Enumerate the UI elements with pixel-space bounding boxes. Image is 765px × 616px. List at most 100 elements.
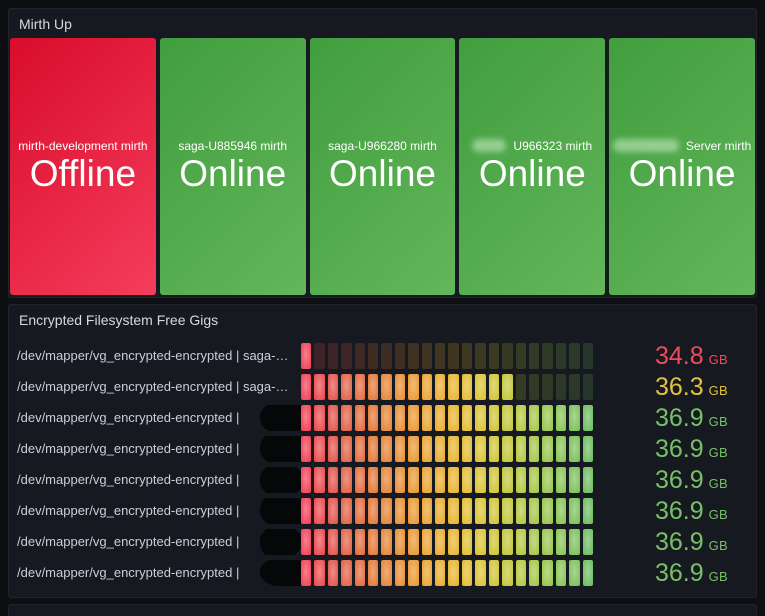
bar-gauge-row: /dev/mapper/vg_encrypted-encrypted | 36.… [17,529,728,555]
gauge-cell-lit [448,560,459,586]
gauge-cell-lit [301,343,312,369]
lcd-bar-gauge [301,343,593,369]
gauge-cell-lit [314,529,325,555]
gauge-cell-lit [475,560,486,586]
panel-mirth-up: Mirth Up mirth-development mirth Offline s… [8,8,757,298]
next-panel-stub [8,604,757,616]
free-space-number: 36.9 [654,404,704,432]
stat-tile-label: Server mirth [612,139,751,153]
gauge-cell-lit [381,467,392,493]
gauge-cell-lit [354,498,366,524]
gauge-cell-lit [408,560,419,586]
filesystem-label-text: /dev/mapper/vg_encrypted-encrypted | [17,565,240,580]
gauge-cell-unlit [314,343,325,369]
panel-title-encrypted-filesystem[interactable]: Encrypted Filesystem Free Gigs [9,305,756,332]
gauge-cell-lit [488,498,500,524]
gauge-cell-lit [301,498,312,524]
stat-tile-label-text: saga-U966280 mirth [328,138,437,153]
gauge-cell-lit [394,436,406,462]
gauge-cell-lit [327,436,339,462]
gauge-cell-lit [582,436,593,462]
gauge-cell-lit [569,529,580,555]
free-space-value: 34.8 GB [593,343,728,369]
gauge-cell-lit [488,529,500,555]
gauge-cell-lit [435,560,446,586]
lcd-bar-gauge [301,498,593,524]
gauge-cell-lit [394,467,406,493]
gauge-cell-lit [327,560,339,586]
free-space-number: 34.8 [654,342,704,370]
gauge-cell-unlit [435,343,446,369]
gauge-cell-lit [394,374,406,400]
gauge-cell-lit [368,467,379,493]
gauge-cell-lit [421,436,433,462]
gauge-cell-lit [555,560,567,586]
free-space-number: 36.9 [654,466,704,494]
gauge-cell-lit [381,405,392,431]
free-space-number: 36.9 [654,528,704,556]
gauge-cell-unlit [461,343,473,369]
gauge-cell-lit [314,374,325,400]
stat-tile-label: U966323 mirth [472,139,592,153]
gauge-cell-lit [368,560,379,586]
gauge-cell-lit [301,405,312,431]
gauge-cell-lit [301,467,312,493]
gauge-cell-lit [475,405,486,431]
gauge-cell-lit [582,529,593,555]
stat-tile-saga-u885946-mirth: saga-U885946 mirth Online [159,38,306,295]
stat-tile-saga-u966280-mirth: saga-U966280 mirth Online [309,38,456,295]
gauge-cell-lit [341,529,352,555]
gauge-cell-lit [314,498,325,524]
gauge-cell-lit [475,529,486,555]
gauge-cell-lit [528,405,540,431]
panel-title-mirth-up[interactable]: Mirth Up [9,9,756,36]
gauge-cell-lit [408,498,419,524]
gauge-cell-lit [354,560,366,586]
gauge-cell-lit [381,436,392,462]
gauge-cell-lit [475,436,486,462]
gauge-cell-lit [341,405,352,431]
filesystem-label-text: /dev/mapper/vg_encrypted-encrypted | [17,410,240,425]
free-space-unit: GB [708,507,728,522]
gauge-cell-lit [394,529,406,555]
gauge-cell-lit [502,374,513,400]
gauge-cell-lit [421,405,433,431]
gauge-cell-unlit [569,374,580,400]
redacted-hostname [259,560,301,586]
gauge-cell-lit [461,405,473,431]
free-space-value: 36.9 GB [593,560,728,586]
free-space-unit: GB [708,538,728,553]
stat-tile-value: Online [478,152,586,194]
free-space-unit: GB [708,383,728,398]
gauge-cell-unlit [475,343,486,369]
gauge-cell-lit [435,405,446,431]
stat-tile-value: Offline [29,152,137,194]
gauge-cell-lit [542,405,553,431]
filesystem-label: /dev/mapper/vg_encrypted-encrypted | [17,529,301,555]
gauge-cell-lit [569,467,580,493]
gauge-cell-lit [301,529,312,555]
gauge-cell-lit [502,529,513,555]
gauge-cell-lit [341,498,352,524]
gauge-cell-lit [354,467,366,493]
stat-tile-label-text: saga-U885946 mirth [178,138,288,153]
gauge-cell-unlit [515,374,526,400]
gauge-cell-lit [569,560,580,586]
free-space-value: 36.3 GB [593,374,728,400]
gauge-cell-lit [368,529,379,555]
gauge-cell-lit [368,374,379,400]
gauge-cell-unlit [448,343,459,369]
gauge-cell-lit [515,560,526,586]
free-space-unit: GB [708,445,728,460]
filesystem-label: /dev/mapper/vg_encrypted-encrypted | [17,436,301,462]
gauge-cell-lit [408,467,419,493]
free-space-unit: GB [708,352,728,367]
gauge-cell-lit [327,405,339,431]
gauge-cell-lit [542,436,553,462]
free-space-number: 36.9 [654,559,704,587]
gauge-cell-lit [448,498,459,524]
lcd-bar-gauge [301,560,593,586]
bar-gauge-row: /dev/mapper/vg_encrypted-encrypted | 36.… [17,498,728,524]
stat-tile-u966323-mirth: U966323 mirth Online [459,38,606,295]
gauge-cell-lit [448,467,459,493]
